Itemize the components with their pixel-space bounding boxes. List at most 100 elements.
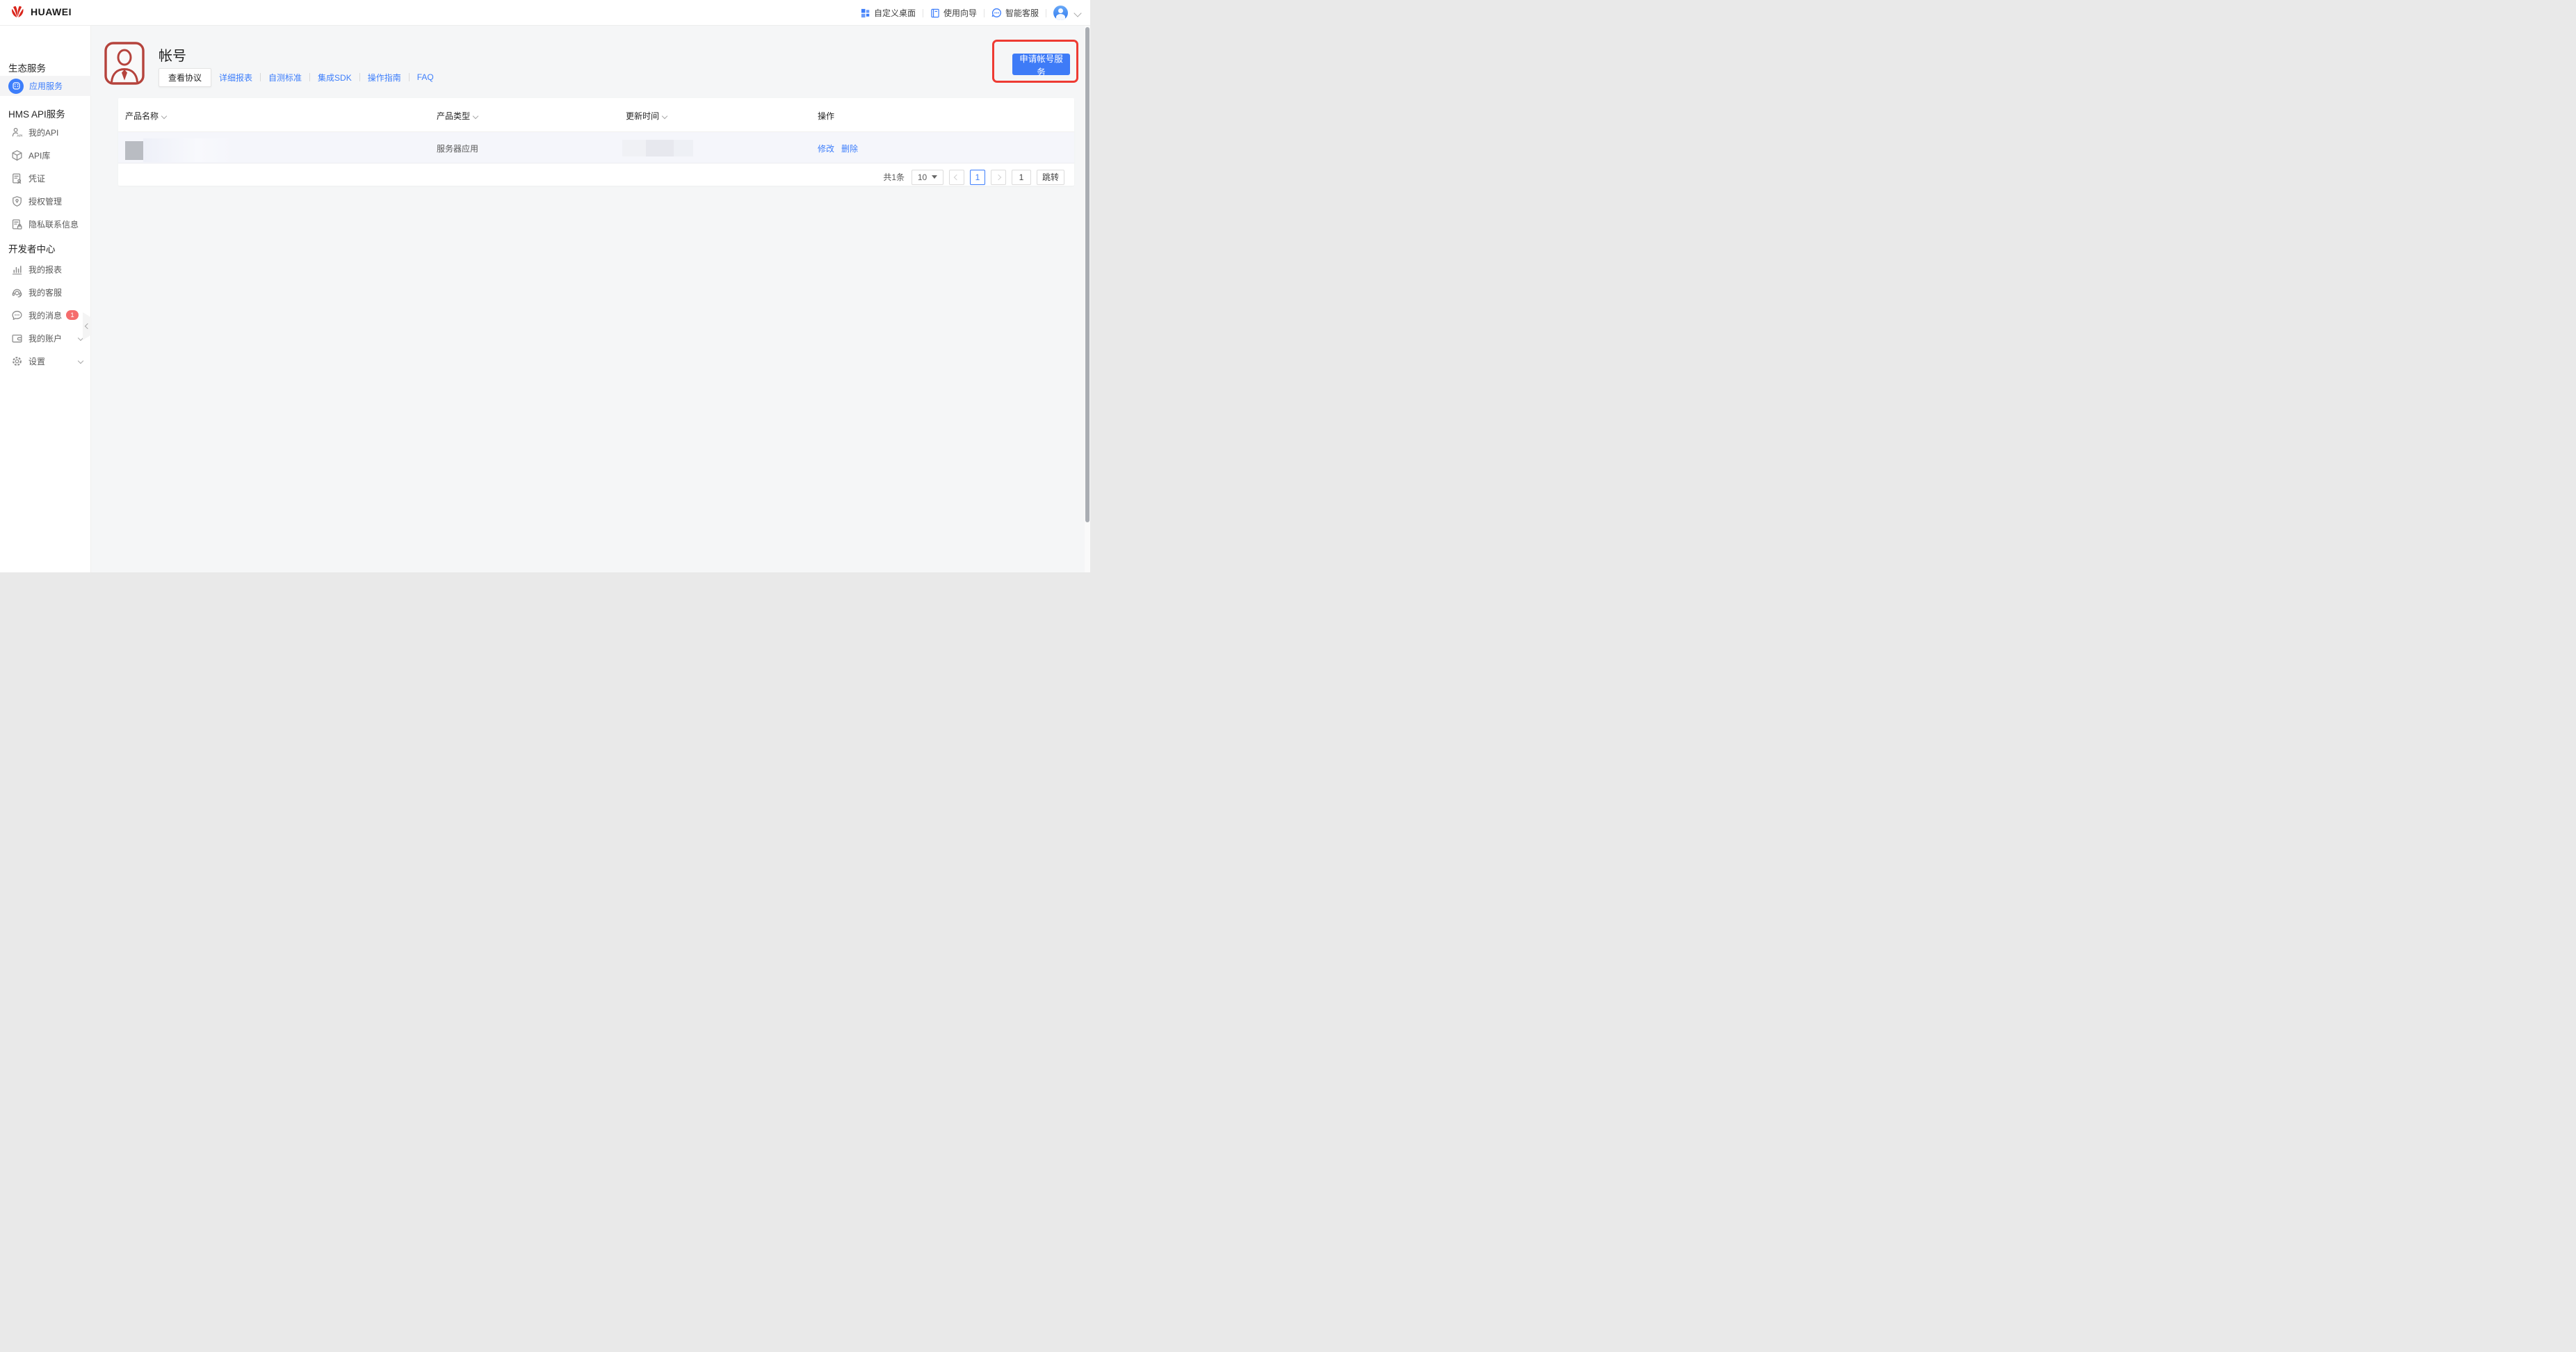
divider [260,73,261,81]
tab-self-test-standard[interactable]: 自测标准 [268,72,302,83]
user-guide-label: 使用向导 [943,8,977,18]
chevron-down-icon[interactable] [77,335,84,341]
column-label: 操作 [818,111,835,121]
edit-link[interactable]: 修改 [818,144,834,154]
redacted-update-time [674,140,693,156]
sort-caret-icon [661,113,668,119]
sidebar-item-my-reports[interactable]: 我的报表 [0,259,91,279]
column-product-name[interactable]: 产品名称 [125,110,168,122]
chevron-down-icon[interactable] [1074,8,1082,17]
jump-button[interactable]: 跳转 [1037,169,1064,185]
sidebar-item-privacy-contact[interactable]: 隐私联系信息 [0,214,91,234]
tab-detailed-reports[interactable]: 详细报表 [219,72,252,83]
sort-caret-icon [472,113,479,119]
redacted-product-name [143,138,234,162]
section-developer-center: 开发者中心 [8,244,56,255]
redacted-product-icon [125,141,143,160]
divider [309,73,311,81]
headset-icon [11,287,23,298]
sidebar-item-my-messages[interactable]: 我的消息 1 [0,305,91,325]
huawei-developer-console: HUAWEI 自定义桌面 使用向导 智能客服 生态服务 应用服务 HMS API… [0,0,1090,572]
redacted-update-time [622,140,646,156]
scrollbar-track[interactable] [1085,26,1090,572]
credential-doc-icon [11,172,23,184]
user-guide-link[interactable]: 使用向导 [930,7,977,19]
wallet-icon [11,332,23,344]
top-bar-actions: 自定义桌面 使用向导 智能客服 [861,0,1082,26]
sidebar-item-label: 我的报表 [29,264,63,275]
sidebar-item-my-api[interactable]: API 我的API [0,122,91,142]
unread-count-badge: 1 [66,310,79,320]
total-count-label: 共1条 [883,172,905,182]
sidebar-item-label: 我的账户 [29,333,63,344]
pagination: 共1条 10 1 跳转 [883,168,1064,186]
sidebar-item-app-services[interactable]: 应用服务 [0,76,91,96]
shield-key-icon [11,195,23,207]
gear-icon [11,355,23,367]
cell-actions: 修改 删除 [818,143,858,154]
divider [359,73,360,81]
user-api-icon: API [11,127,23,138]
tab-faq[interactable]: FAQ [417,72,434,82]
apply-account-service-button[interactable]: 申请帐号服务 [1012,54,1070,77]
column-label: 产品名称 [125,111,159,121]
user-avatar[interactable] [1053,6,1068,20]
jump-page-input[interactable] [1012,169,1031,185]
page-1-button[interactable]: 1 [970,169,985,185]
column-actions: 操作 [818,110,834,122]
column-update-time[interactable]: 更新时间 [626,110,668,122]
tab-integrate-sdk[interactable]: 集成SDK [318,72,352,83]
account-service-icon [104,42,145,85]
sidebar-item-auth-management[interactable]: 授权管理 [0,191,91,211]
product-table-card: 产品名称 产品类型 更新时间 操作 服务器应用 修改 删除 共1条 10 1 1… [118,98,1074,186]
sidebar-item-credentials[interactable]: 凭证 [0,168,91,188]
sidebar-item-label: 我的消息 [29,310,63,321]
section-eco-services: 生态服务 [8,63,46,74]
custom-desktop-link[interactable]: 自定义桌面 [861,7,916,19]
sidebar-item-my-account[interactable]: 我的账户 [0,328,91,348]
sidebar-item-label: 我的客服 [29,287,63,298]
cube-icon [11,150,23,161]
chevron-down-icon[interactable] [77,357,84,364]
scrollbar-thumb[interactable] [1085,27,1089,522]
sidebar-item-label: 凭证 [29,173,46,184]
sort-caret-icon [161,113,168,119]
custom-desktop-label: 自定义桌面 [873,8,916,18]
sidebar: 生态服务 应用服务 HMS API服务 API 我的API API库 凭证 授权… [0,26,92,572]
column-product-type[interactable]: 产品类型 [437,110,479,122]
sidebar-item-label: 我的API [29,127,59,138]
bar-chart-icon [11,264,23,275]
chevron-right-icon [995,174,1002,180]
sidebar-item-my-support[interactable]: 我的客服 [0,282,91,302]
sidebar-item-label: 隐私联系信息 [29,219,79,230]
svg-text:API: API [17,134,23,138]
doc-lock-icon [11,218,23,230]
tab-operation-guide[interactable]: 操作指南 [368,72,401,83]
page-size-select[interactable]: 10 [912,169,943,185]
sidebar-item-label: 授权管理 [29,196,63,207]
sidebar-item-settings[interactable]: 设置 [0,351,91,371]
sidebar-item-api-library[interactable]: API库 [0,145,91,165]
chevron-left-icon [953,174,960,180]
huawei-logo[interactable]: HUAWEI [9,3,72,20]
section-hms-api: HMS API服务 [8,109,65,120]
smart-support-link[interactable]: 智能客服 [991,7,1039,19]
sidebar-item-label: 应用服务 [29,81,63,91]
table-row[interactable]: 服务器应用 修改 删除 [118,132,1074,163]
message-bubble-icon [11,309,23,321]
sidebar-item-label: API库 [29,150,51,161]
cell-product-type: 服务器应用 [437,144,479,154]
page-size-value: 10 [917,172,927,182]
divider [983,8,985,17]
chat-support-icon [991,8,1002,18]
chevron-left-icon [84,323,90,330]
top-bar: HUAWEI 自定义桌面 使用向导 智能客服 [0,0,1090,26]
tab-view-agreement[interactable]: 查看协议 [159,67,212,87]
next-page-button[interactable] [991,169,1006,185]
delete-link[interactable]: 删除 [841,144,858,154]
smart-support-label: 智能客服 [1005,8,1039,18]
prev-page-button[interactable] [949,169,964,185]
brand-text: HUAWEI [31,6,72,17]
redacted-update-time [646,140,674,156]
column-label: 产品类型 [437,111,471,121]
